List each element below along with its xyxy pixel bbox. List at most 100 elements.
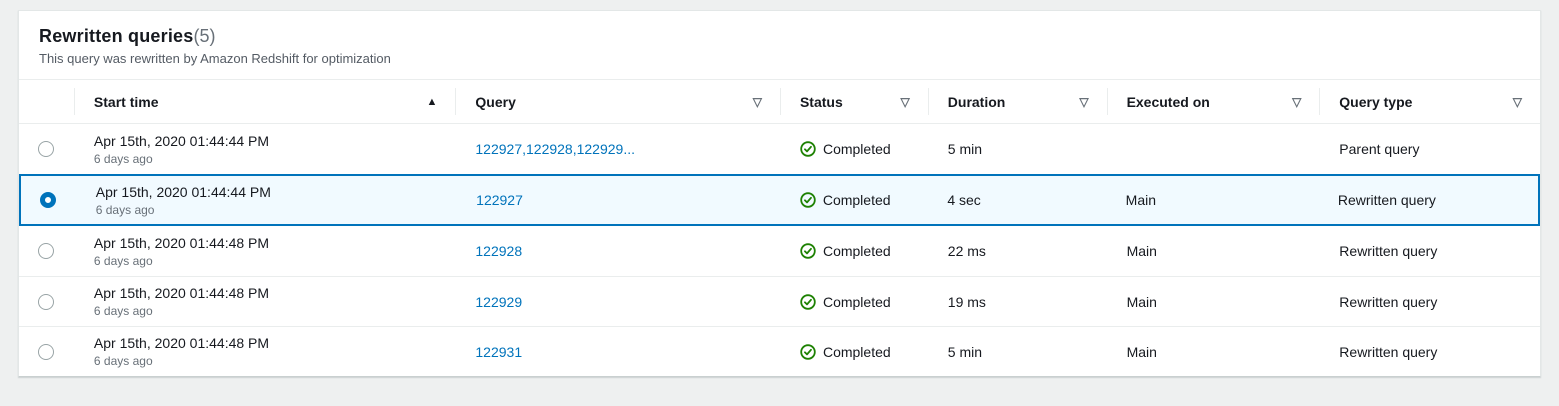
- duration-value: 4 sec: [947, 192, 980, 208]
- filter-icon[interactable]: ▽: [753, 95, 762, 109]
- executed-on-value: Main: [1127, 243, 1157, 259]
- start-time-cell: Apr 15th, 2020 01:44:48 PM6 days ago: [74, 226, 455, 276]
- row-radio-button[interactable]: [40, 192, 56, 208]
- column-header-label: Start time: [94, 94, 159, 110]
- row-radio-button[interactable]: [38, 294, 54, 310]
- executed-on-cell: Main: [1107, 226, 1320, 276]
- query-link[interactable]: 122928: [475, 243, 522, 259]
- start-time-value: Apr 15th, 2020 01:44:44 PM: [94, 132, 269, 150]
- selection-column-header: [19, 80, 74, 123]
- query-type-cell: Parent query: [1319, 124, 1540, 174]
- filter-icon[interactable]: ▽: [1292, 95, 1301, 109]
- status-label: Completed: [823, 344, 891, 360]
- query-cell: 122931: [455, 327, 780, 376]
- query-type-cell: Rewritten query: [1318, 176, 1538, 224]
- selection-cell: [19, 277, 74, 326]
- table-row[interactable]: Apr 15th, 2020 01:44:44 PM6 days ago 1229…: [19, 124, 1540, 174]
- column-header-query-type[interactable]: Query type ▽: [1319, 80, 1540, 123]
- query-link[interactable]: 122929: [475, 294, 522, 310]
- column-header-status[interactable]: Status ▽: [780, 80, 928, 123]
- relative-time: 6 days ago: [94, 303, 153, 319]
- table-row[interactable]: Apr 15th, 2020 01:44:48 PM6 days ago 1229…: [19, 326, 1540, 376]
- status-badge: Completed: [800, 344, 891, 360]
- start-time-cell: Apr 15th, 2020 01:44:44 PM6 days ago: [76, 176, 456, 224]
- table-header-row: Start time▲Query▽Status▽Duration▽Execute…: [19, 80, 1540, 124]
- query-type-value: Rewritten query: [1338, 192, 1436, 208]
- start-time-value: Apr 15th, 2020 01:44:48 PM: [94, 334, 269, 352]
- query-cell: 122927,122928,122929...: [455, 124, 780, 174]
- executed-on-value: Main: [1127, 344, 1157, 360]
- status-badge: Completed: [800, 192, 891, 208]
- executed-on-cell: Main: [1106, 176, 1318, 224]
- duration-cell: 22 ms: [928, 226, 1107, 276]
- start-time-value: Apr 15th, 2020 01:44:44 PM: [96, 183, 271, 201]
- status-badge: Completed: [800, 243, 891, 259]
- start-time-value: Apr 15th, 2020 01:44:48 PM: [94, 284, 269, 302]
- executed-on-cell: Main: [1107, 327, 1320, 376]
- query-type-cell: Rewritten query: [1319, 327, 1540, 376]
- sort-ascending-icon[interactable]: ▲: [427, 96, 438, 108]
- column-header-label: Query: [475, 94, 515, 110]
- duration-value: 5 min: [948, 344, 982, 360]
- row-radio-button[interactable]: [38, 243, 54, 259]
- column-header-label: Status: [800, 94, 843, 110]
- status-badge: Completed: [800, 141, 891, 157]
- duration-cell: 4 sec: [927, 176, 1105, 224]
- query-link[interactable]: 122927,122928,122929...: [475, 141, 635, 157]
- status-label: Completed: [823, 141, 891, 157]
- status-cell: Completed: [780, 176, 928, 224]
- status-cell: Completed: [780, 327, 928, 376]
- query-type-value: Parent query: [1339, 141, 1419, 157]
- status-completed-icon: [800, 344, 816, 360]
- duration-cell: 5 min: [928, 124, 1107, 174]
- row-radio-button[interactable]: [38, 141, 54, 157]
- rewritten-queries-panel: Rewritten queries(5) This query was rewr…: [18, 10, 1541, 377]
- query-cell: 122927: [456, 176, 780, 224]
- executed-on-cell: [1107, 124, 1320, 174]
- query-type-value: Rewritten query: [1339, 243, 1437, 259]
- column-header-label: Query type: [1339, 94, 1412, 110]
- duration-cell: 19 ms: [928, 277, 1107, 326]
- selection-cell: [19, 124, 74, 174]
- query-type-cell: Rewritten query: [1319, 277, 1540, 326]
- filter-icon[interactable]: ▽: [901, 95, 910, 109]
- status-completed-icon: [800, 294, 816, 310]
- start-time-value: Apr 15th, 2020 01:44:48 PM: [94, 234, 269, 252]
- table-row[interactable]: Apr 15th, 2020 01:44:48 PM6 days ago 1229…: [19, 276, 1540, 326]
- start-time-cell: Apr 15th, 2020 01:44:44 PM6 days ago: [74, 124, 455, 174]
- executed-on-cell: Main: [1107, 277, 1320, 326]
- query-link[interactable]: 122927: [476, 192, 523, 208]
- query-type-value: Rewritten query: [1339, 344, 1437, 360]
- filter-icon[interactable]: ▽: [1079, 95, 1088, 109]
- row-radio-button[interactable]: [38, 344, 54, 360]
- status-badge: Completed: [800, 294, 891, 310]
- panel-description: This query was rewritten by Amazon Redsh…: [39, 51, 1520, 66]
- status-cell: Completed: [780, 277, 928, 326]
- query-link[interactable]: 122931: [475, 344, 522, 360]
- status-label: Completed: [823, 294, 891, 310]
- status-completed-icon: [800, 141, 816, 157]
- page-title: Rewritten queries: [39, 26, 193, 47]
- table-body: Apr 15th, 2020 01:44:44 PM6 days ago1229…: [19, 124, 1540, 376]
- selection-cell: [19, 226, 74, 276]
- status-label: Completed: [823, 243, 891, 259]
- filter-icon[interactable]: ▽: [1513, 95, 1522, 109]
- column-header-duration[interactable]: Duration▽: [928, 80, 1107, 123]
- executed-on-value: Main: [1127, 294, 1157, 310]
- column-header-query[interactable]: Query ▽: [455, 80, 780, 123]
- status-cell: Completed: [780, 226, 928, 276]
- panel-header: Rewritten queries(5) This query was rewr…: [19, 11, 1540, 80]
- selection-cell: [19, 327, 74, 376]
- table-row[interactable]: Apr 15th, 2020 01:44:44 PM6 days ago 1229…: [19, 174, 1540, 226]
- relative-time: 6 days ago: [94, 253, 153, 269]
- status-label: Completed: [823, 192, 891, 208]
- duration-value: 5 min: [948, 141, 982, 157]
- start-time-cell: Apr 15th, 2020 01:44:48 PM6 days ago: [74, 327, 455, 376]
- table-row[interactable]: Apr 15th, 2020 01:44:48 PM6 days ago 1229…: [19, 226, 1540, 276]
- executed-on-value: Main: [1126, 192, 1156, 208]
- selection-cell: [21, 176, 76, 224]
- status-completed-icon: [800, 243, 816, 259]
- column-header-start-time[interactable]: Start time ▲: [74, 80, 455, 123]
- column-header-executed-on[interactable]: Executed on▽: [1107, 80, 1320, 123]
- duration-value: 22 ms: [948, 243, 986, 259]
